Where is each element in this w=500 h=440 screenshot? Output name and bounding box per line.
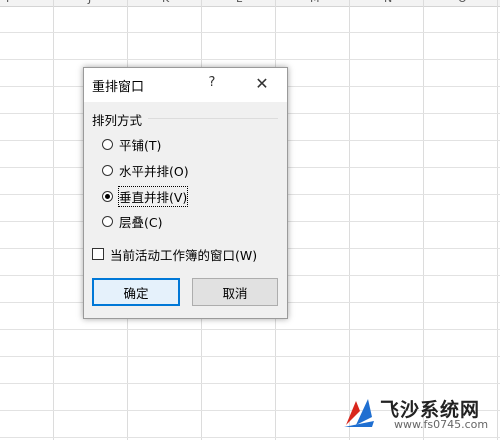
cancel-button[interactable]: 取消	[192, 278, 278, 306]
grid-row-line	[0, 329, 500, 330]
grid-column-line	[423, 0, 424, 440]
radio-label-horizontal: 水平并排(O)	[119, 163, 189, 179]
column-header-l[interactable]: L	[236, 0, 242, 5]
grid-row-line	[0, 383, 500, 384]
column-header-i[interactable]: I	[6, 0, 9, 5]
group-divider	[148, 118, 278, 119]
grid-row-line	[0, 59, 500, 60]
site-watermark: 飞沙系统网 www.fs0745.com	[342, 393, 492, 433]
dialog-titlebar[interactable]: 重排窗口 ? ✕	[84, 68, 287, 102]
radio-button-cascade[interactable]	[102, 215, 113, 227]
arrange-group-label: 排列方式	[92, 113, 143, 128]
active-workbook-checkbox[interactable]	[92, 248, 104, 260]
column-header-n[interactable]: N	[384, 0, 392, 5]
arrange-windows-dialog: 重排窗口 ? ✕ 排列方式 平铺(T) 水平并排(O) 垂直并排(V) 层叠(C…	[83, 67, 288, 319]
close-icon[interactable]: ✕	[254, 74, 270, 94]
column-header-j[interactable]: J	[88, 0, 91, 5]
radio-label-cascade: 层叠(C)	[119, 214, 163, 230]
watermark-url: www.fs0745.com	[394, 418, 489, 431]
column-header-k[interactable]: K	[162, 0, 169, 5]
grid-row-line	[0, 356, 500, 357]
active-workbook-option[interactable]: 当前活动工作簿的窗口(W)	[92, 244, 257, 264]
column-header-o[interactable]: O	[458, 0, 467, 5]
ok-button[interactable]: 确定	[92, 278, 180, 306]
help-icon[interactable]: ?	[204, 75, 220, 90]
radio-button-horizontal[interactable]	[102, 164, 113, 176]
grid-row-line	[0, 437, 500, 438]
dialog-title: 重排窗口	[92, 80, 145, 95]
radio-vertical[interactable]: 垂直并排(V)	[102, 185, 189, 207]
grid-column-line	[497, 0, 498, 440]
grid-column-line	[349, 0, 350, 440]
radio-button-vertical[interactable]	[102, 190, 113, 202]
radio-cascade[interactable]: 层叠(C)	[102, 211, 162, 231]
grid-row-line	[0, 32, 500, 33]
radio-tiled[interactable]: 平铺(T)	[102, 134, 161, 154]
column-header-bar: I J K L M N O	[0, 0, 500, 7]
column-header-m[interactable]: M	[310, 0, 320, 5]
radio-label-tiled: 平铺(T)	[119, 137, 162, 153]
watermark-logo-icon	[344, 399, 374, 427]
grid-column-line	[53, 0, 54, 440]
active-workbook-label: 当前活动工作簿的窗口(W)	[110, 247, 258, 263]
radio-horizontal[interactable]: 水平并排(O)	[102, 160, 189, 180]
radio-button-tiled[interactable]	[102, 138, 113, 150]
radio-label-vertical: 垂直并排(V)	[117, 185, 189, 207]
